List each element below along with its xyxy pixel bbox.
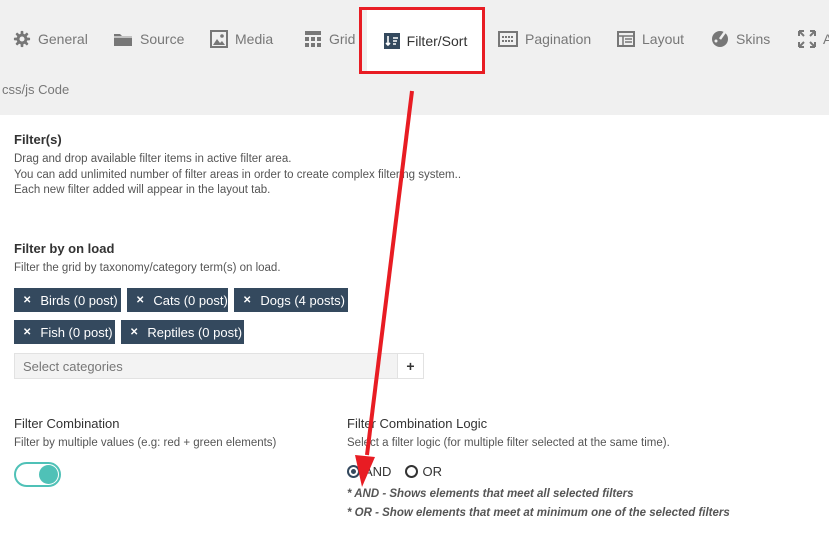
filters-desc-line: Each new filter added will appear in the… (14, 184, 271, 196)
arrow-line (365, 90, 414, 456)
filter-logic-title: Filter Combination Logic (347, 416, 488, 431)
tab-pagination[interactable]: Pagination (498, 0, 591, 78)
tab-pagination-label: Pagination (525, 31, 592, 47)
tab-source-label: Source (140, 31, 185, 47)
tab-general-label: General (38, 31, 88, 47)
gear-icon (13, 30, 31, 48)
filters-desc-line: Drag and drop available filter items in … (14, 153, 292, 165)
pagination-icon (498, 31, 518, 47)
and-radio-label[interactable]: AND (364, 464, 391, 479)
tag-label: Fish (0 post) (40, 324, 113, 340)
app: General Source Media Grid Filter/Sort Pa… (0, 0, 829, 534)
and-note: * AND - Shows elements that meet all sel… (347, 488, 634, 500)
tag-dogs[interactable]: ✕ Dogs (4 posts) (234, 288, 348, 312)
and-radio[interactable] (347, 465, 360, 478)
tab-media[interactable]: Media (210, 0, 273, 78)
skins-icon (711, 30, 729, 48)
filter-combination-toggle[interactable] (14, 462, 61, 487)
or-radio[interactable] (405, 465, 419, 478)
highlight-box (359, 7, 485, 74)
image-icon (210, 30, 228, 48)
remove-tag-icon[interactable]: ✕ (23, 327, 31, 338)
filter-logic-description: Select a filter logic (for multiple filt… (347, 437, 670, 449)
tag-label: Dogs (4 posts) (260, 292, 345, 308)
tab-skins[interactable]: Skins (711, 0, 770, 78)
folder-icon (113, 31, 133, 47)
layout-icon (617, 31, 635, 47)
tag-label: Reptiles (0 post) (147, 324, 243, 340)
filter-combination-title: Filter Combination (14, 416, 120, 431)
tab-skins-label: Skins (736, 31, 771, 47)
tag-fish[interactable]: ✕ Fish (0 post) (14, 320, 115, 344)
tab-css-js-code[interactable]: css/js Code (2, 82, 69, 97)
tag-label: Cats (0 post) (153, 292, 228, 308)
or-radio-label[interactable]: OR (422, 464, 442, 479)
tab-layout-label: Layout (642, 31, 685, 47)
tag-cats[interactable]: ✕ Cats (0 post) (127, 288, 228, 312)
select-categories-input[interactable]: Select categories (14, 353, 398, 379)
remove-tag-icon[interactable]: ✕ (130, 327, 138, 338)
tab-media-label: Media (235, 31, 274, 47)
remove-tag-icon[interactable]: ✕ (136, 295, 144, 306)
add-category-button[interactable]: + (397, 353, 424, 379)
tab-layout[interactable]: Layout (617, 0, 684, 78)
tab-source[interactable]: Source (113, 0, 184, 78)
tag-reptiles[interactable]: ✕ Reptiles (0 post) (121, 320, 244, 344)
filters-description: Drag and drop available filter items in … (14, 152, 461, 199)
filter-on-load-description: Filter the grid by taxonomy/category ter… (14, 262, 281, 274)
tab-grid-label: Grid (329, 31, 356, 47)
tag-label: Birds (0 post) (40, 292, 118, 308)
tab-grid[interactable]: Grid (304, 0, 355, 78)
filter-on-load-title: Filter by on load (14, 241, 115, 256)
toggle-knob (39, 465, 58, 484)
tab-a[interactable]: A (798, 0, 829, 78)
tab-a-label: A (823, 31, 829, 47)
remove-tag-icon[interactable]: ✕ (243, 295, 251, 306)
grid-icon (304, 30, 322, 48)
or-note: * OR - Show elements that meet at minimu… (347, 507, 730, 519)
filter-combination-description: Filter by multiple values (e.g: red + gr… (14, 437, 277, 449)
filters-desc-line: You can add unlimited number of filter a… (14, 168, 462, 181)
tag-birds[interactable]: ✕ Birds (0 post) (14, 288, 121, 312)
remove-tag-icon[interactable]: ✕ (23, 295, 31, 306)
expand-icon (798, 30, 816, 48)
tab-general[interactable]: General (13, 0, 88, 78)
filter-logic-options: AND OR (347, 464, 442, 479)
filters-title: Filter(s) (14, 132, 62, 147)
